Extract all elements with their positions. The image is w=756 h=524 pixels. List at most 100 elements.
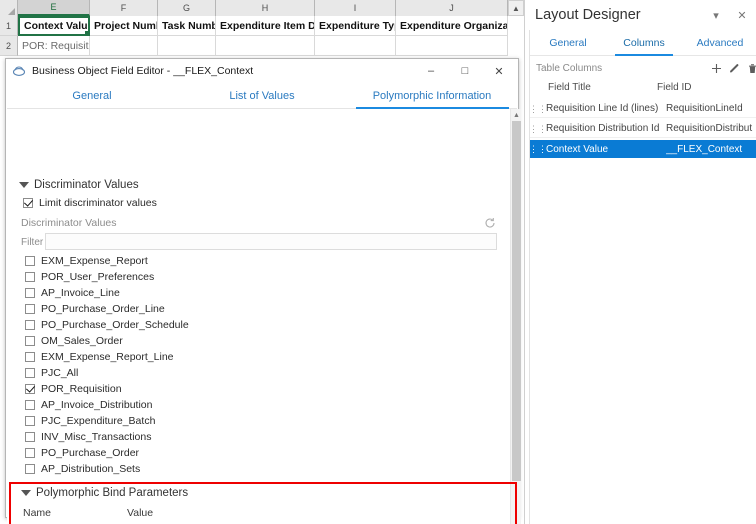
discriminator-values-list-label: Discriminator Values	[21, 217, 117, 229]
row-field-title: Requisition Line Id (lines)	[546, 103, 659, 114]
bind-param-value-header: Value	[127, 507, 154, 519]
select-all-corner[interactable]	[0, 0, 18, 16]
discriminator-values-label: Discriminator Values	[34, 179, 139, 191]
discriminator-item[interactable]: PJC_Expenditure_Batch	[25, 415, 155, 427]
limit-discriminator-values-row[interactable]: Limit discriminator values	[23, 197, 157, 209]
layout-designer-tabs: General Columns Advanced	[530, 30, 756, 56]
column-header-E[interactable]: E	[18, 0, 90, 16]
column-header-G[interactable]: G	[158, 0, 216, 16]
cell-F2[interactable]	[90, 36, 158, 56]
discriminator-item-checkbox[interactable]	[25, 368, 35, 378]
column-header-J[interactable]: J	[396, 0, 508, 16]
filter-input[interactable]	[45, 233, 497, 250]
limit-discriminator-values-checkbox[interactable]	[23, 198, 33, 208]
discriminator-item[interactable]: POR_User_Preferences	[25, 271, 154, 283]
minimize-button[interactable]: –	[414, 59, 448, 83]
row-field-id: RequisitionLineId	[666, 103, 743, 114]
spreadsheet-scroll-up-icon[interactable]: ▲	[508, 0, 524, 16]
row-header-1[interactable]: 1	[0, 16, 18, 36]
polymorphic-bind-parameters-label: Polymorphic Bind Parameters	[36, 487, 189, 499]
maximize-button[interactable]: □	[448, 59, 482, 83]
discriminator-item[interactable]: AP_Invoice_Distribution	[25, 399, 152, 411]
cell-J1[interactable]: Expenditure Organization	[396, 16, 508, 36]
discriminator-item[interactable]: PO_Purchase_Order	[25, 447, 139, 459]
discriminator-item-label: AP_Distribution_Sets	[41, 463, 141, 475]
tab-polymorphic-information[interactable]: Polymorphic Information	[347, 83, 517, 109]
discriminator-item-checkbox[interactable]	[25, 288, 35, 298]
drag-handle-icon[interactable]: ⋮⋮	[529, 145, 547, 154]
cell-H2[interactable]	[216, 36, 315, 56]
discriminator-item-checkbox[interactable]	[25, 448, 35, 458]
cell-I2[interactable]	[315, 36, 396, 56]
cell-E1[interactable]: Context Value	[18, 16, 90, 36]
column-header-field-title: Field Title	[548, 82, 591, 93]
discriminator-item-checkbox[interactable]	[25, 432, 35, 442]
discriminator-item[interactable]: EXM_Expense_Report	[25, 255, 148, 267]
column-header-H[interactable]: H	[216, 0, 315, 16]
discriminator-item[interactable]: OM_Sales_Order	[25, 335, 123, 347]
drag-handle-icon[interactable]: ⋮⋮	[529, 124, 547, 133]
cell-J2[interactable]	[396, 36, 508, 56]
column-header-F[interactable]: F	[90, 0, 158, 16]
discriminator-item[interactable]: AP_Distribution_Sets	[25, 463, 140, 475]
table-row[interactable]: ⋮⋮ Requisition Line Id (lines) Requisiti…	[529, 100, 756, 118]
cell-I1[interactable]: Expenditure Type	[315, 16, 396, 36]
drag-handle-icon[interactable]: ⋮⋮	[529, 104, 547, 113]
close-button[interactable]: ✕	[482, 59, 516, 83]
column-header-I[interactable]: I	[315, 0, 396, 16]
discriminator-item-checkbox[interactable]	[25, 336, 35, 346]
discriminator-item-checkbox[interactable]	[25, 256, 35, 266]
dialog-title: Business Object Field Editor - __FLEX_Co…	[32, 65, 254, 77]
discriminator-values-section-title[interactable]: Discriminator Values	[19, 179, 139, 191]
tab-advanced[interactable]: Advanced	[682, 30, 756, 55]
discriminator-item-label: POR_Requisition	[41, 383, 122, 395]
discriminator-item-checkbox[interactable]	[25, 384, 35, 394]
discriminator-item-label: PJC_All	[41, 367, 79, 379]
discriminator-item-checkbox[interactable]	[25, 416, 35, 426]
discriminator-item-checkbox[interactable]	[25, 464, 35, 474]
content-scrollbar[interactable]: ▲ ▼	[510, 109, 521, 524]
delete-trash-icon[interactable]	[744, 60, 756, 76]
dialog-content: ▲ ▼ Discriminator Values Limit discrimin…	[7, 109, 521, 524]
table-row-selected[interactable]: ⋮⋮ Context Value __FLEX_Context	[529, 140, 756, 158]
column-header-field-id: Field ID	[657, 82, 692, 93]
discriminator-item-label: PJC_Expenditure_Batch	[41, 415, 156, 427]
tab-columns[interactable]: Columns	[606, 30, 682, 56]
scrollbar-thumb[interactable]	[512, 121, 521, 481]
discriminator-item-checkbox[interactable]	[25, 272, 35, 282]
tab-list-of-values[interactable]: List of Values	[177, 83, 347, 108]
discriminator-item[interactable]: PJC_All	[25, 367, 78, 379]
scroll-up-icon[interactable]: ▲	[511, 109, 522, 121]
collapse-caret-icon[interactable]	[19, 182, 29, 188]
tab-general[interactable]: General	[530, 30, 606, 55]
discriminator-item-checkbox[interactable]	[25, 352, 35, 362]
discriminator-item[interactable]: PO_Purchase_Order_Line	[25, 303, 165, 315]
polymorphic-bind-parameters-section-title[interactable]: Polymorphic Bind Parameters	[21, 487, 188, 499]
row-field-title: Context Value	[546, 143, 609, 155]
edit-pencil-icon[interactable]	[726, 60, 742, 76]
chevron-down-icon[interactable]: ▾	[707, 6, 725, 24]
discriminator-item-label: EXM_Expense_Report	[41, 255, 148, 267]
refresh-icon[interactable]	[484, 216, 496, 228]
layout-designer-body: General Columns Advanced Table Columns F…	[529, 30, 756, 524]
discriminator-item[interactable]: EXM_Expense_Report_Line	[25, 351, 174, 363]
cell-E2[interactable]: POR: Requisition	[18, 36, 90, 56]
discriminator-item-checkbox[interactable]	[25, 320, 35, 330]
close-icon[interactable]: ✕	[733, 6, 751, 24]
discriminator-item[interactable]: PO_Purchase_Order_Schedule	[25, 319, 189, 331]
row-field-id: __FLEX_Context	[666, 143, 743, 155]
discriminator-item[interactable]: INV_Misc_Transactions	[25, 431, 151, 443]
cell-G2[interactable]	[158, 36, 216, 56]
collapse-caret-icon[interactable]	[21, 490, 31, 496]
discriminator-item-checkbox[interactable]	[25, 400, 35, 410]
cell-F1[interactable]: Project Number	[90, 16, 158, 36]
cell-H1[interactable]: Expenditure Item Date	[216, 16, 315, 36]
table-row[interactable]: ⋮⋮ Requisition Distribution Id Requisiti…	[529, 120, 756, 138]
row-header-2[interactable]: 2	[0, 36, 18, 56]
discriminator-item-checkbox[interactable]	[25, 304, 35, 314]
add-icon[interactable]	[708, 60, 724, 76]
discriminator-item[interactable]: AP_Invoice_Line	[25, 287, 120, 299]
cell-G1[interactable]: Task Number	[158, 16, 216, 36]
tab-general[interactable]: General	[7, 83, 177, 108]
discriminator-item[interactable]: POR_Requisition	[25, 383, 122, 395]
